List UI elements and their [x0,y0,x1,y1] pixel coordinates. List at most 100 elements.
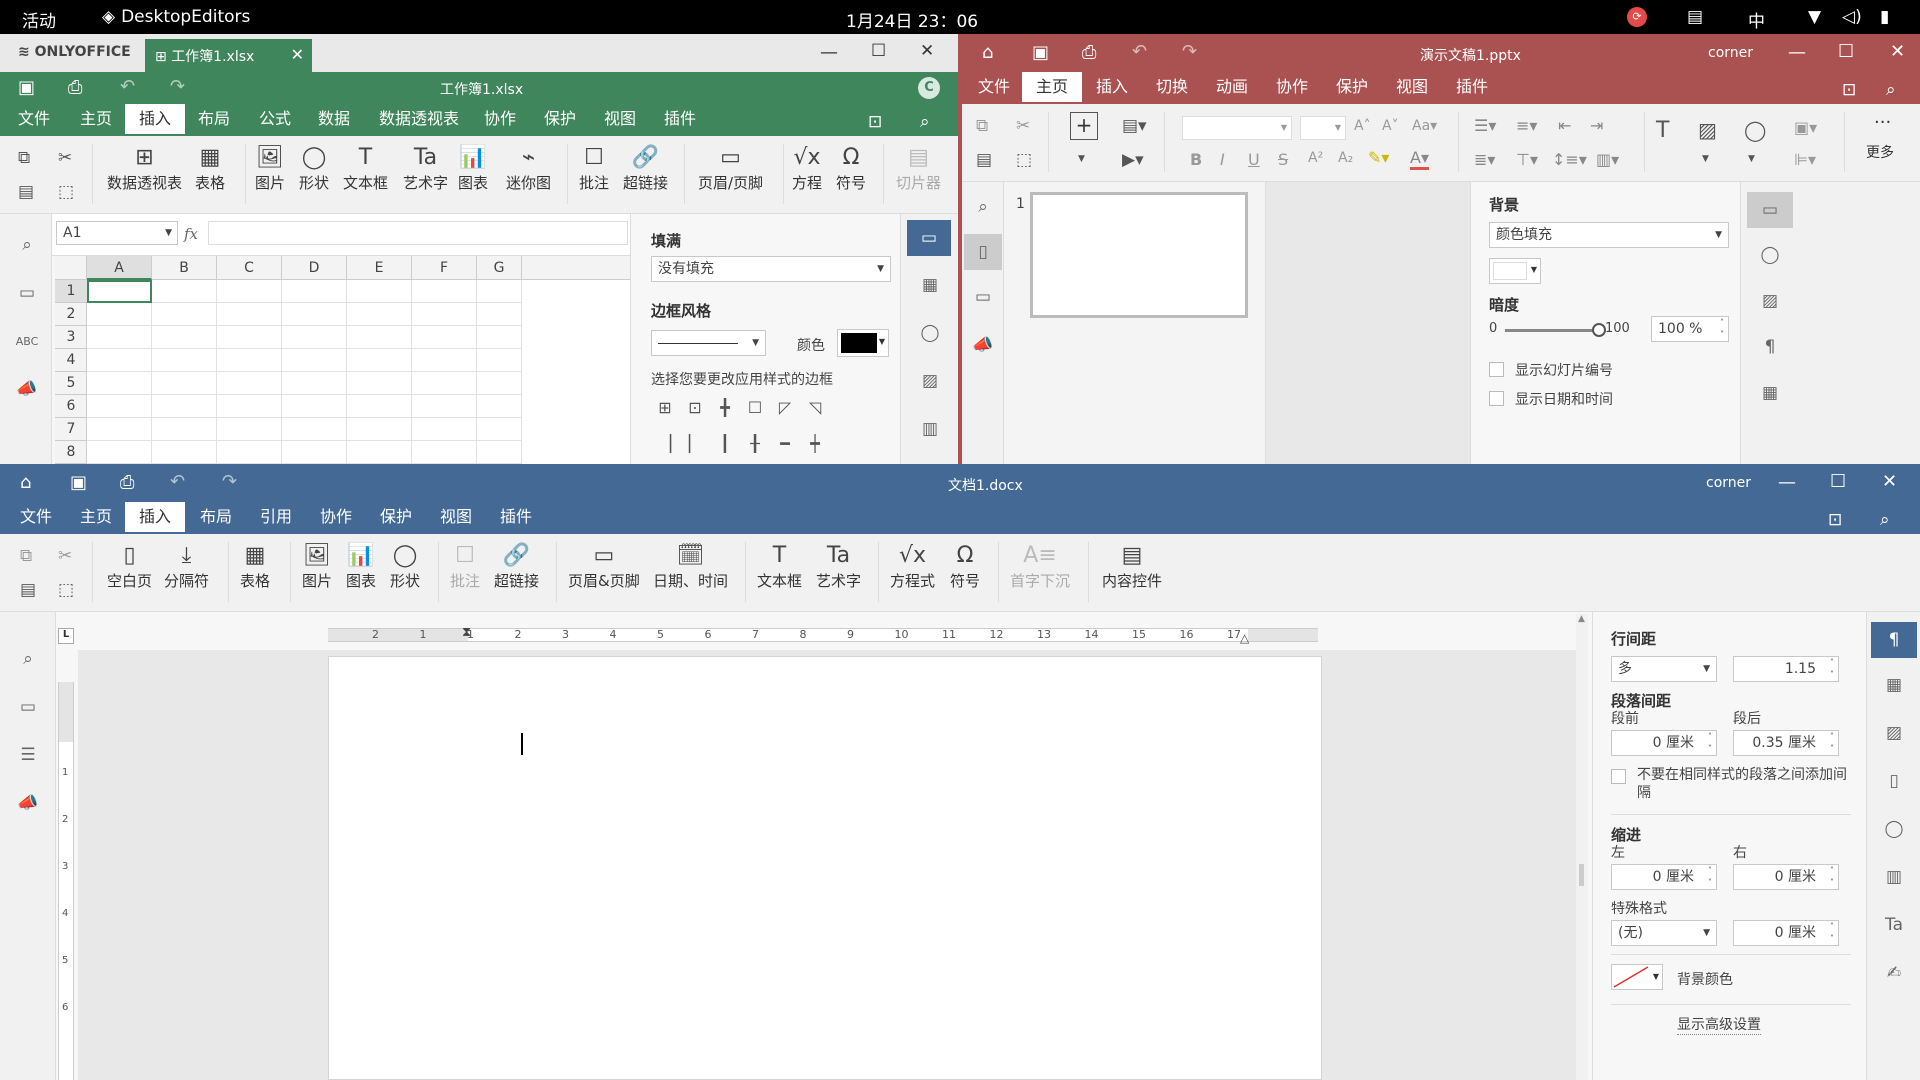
italic-icon[interactable]: I [1220,150,1225,169]
dropdown-icon[interactable]: ▼ [1078,154,1085,164]
highlight-icon[interactable]: ✎▾ [1368,148,1389,167]
cell[interactable] [347,326,412,349]
cell[interactable] [87,280,152,303]
special-format-select[interactable]: (无) ▼ [1611,920,1717,946]
minimize-button[interactable]: — [1788,42,1806,63]
indent-right-input[interactable]: 0 厘米 ˄ ˅ [1733,864,1839,890]
slide-canvas[interactable] [1266,182,1470,464]
cell[interactable] [412,395,477,418]
clock[interactable]: 1月24日 23：06 [846,7,978,32]
home-icon[interactable]: ⌂ [20,472,31,493]
align-icon[interactable]: ≣▾ [1474,150,1495,169]
scroll-up-icon[interactable]: ▲ [1578,614,1585,624]
slide-settings-icon[interactable]: ▭ [1747,192,1793,228]
cell[interactable] [152,280,217,303]
image-icon[interactable]: ▨ [1698,118,1717,142]
decrease-font-icon[interactable]: A˅ [1382,118,1399,134]
hyperlink-button[interactable]: 🔗 超链接 [494,540,539,591]
cell[interactable] [347,418,412,441]
cell[interactable] [152,441,217,464]
menu-animation[interactable]: 动画 [1202,72,1262,102]
cell[interactable] [87,395,152,418]
paste-icon[interactable]: ▤ [18,182,34,202]
print-icon[interactable]: ⎙ [1082,42,1096,63]
symbol-button[interactable]: Ω 符号 [950,540,980,591]
menu-insert[interactable]: 插入 [125,104,186,134]
comment-button[interactable]: ☐ 批注 [579,142,609,193]
undo-icon[interactable]: ↶ [1132,41,1147,62]
save-icon[interactable]: ▣ [1032,42,1049,63]
menu-layout[interactable]: 布局 [184,104,244,134]
chart-button[interactable]: 📊 图表 [346,540,376,591]
dropdown-icon[interactable]: ▼ [1702,154,1709,164]
menu-pivot[interactable]: 数据透视表 [365,104,473,134]
print-icon[interactable]: ⎙ [68,77,82,98]
sparkline-button[interactable]: ⌁ 迷你图 [506,142,551,193]
clipboard-icon[interactable]: ▤ [1687,7,1703,27]
paste-icon[interactable]: ▤ [20,580,36,600]
column-header[interactable]: E [347,256,412,280]
cell[interactable] [347,303,412,326]
scroll-thumb[interactable] [1579,864,1584,886]
copy-icon[interactable]: ⧉ [20,546,32,566]
equation-button[interactable]: √x 方程 [792,142,822,193]
opacity-slider[interactable] [1505,323,1606,337]
comments-icon[interactable]: ▭ [14,280,40,306]
spinner-icon[interactable]: ˄ ˅ [1708,731,1712,755]
superscript-icon[interactable]: A² [1308,150,1323,166]
cell[interactable] [217,372,282,395]
border-button-icon[interactable]: ▏ [683,432,707,456]
add-slide-button[interactable]: + [1070,112,1098,140]
spinner-icon[interactable]: ˄ ˅ [1830,921,1834,945]
cell[interactable] [217,280,282,303]
break-button[interactable]: ⤓ 分隔符 [164,540,209,591]
change-case-icon[interactable]: Aa▾ [1412,118,1437,134]
cell[interactable] [282,280,347,303]
increase-indent-icon[interactable]: ⇥ [1590,116,1603,135]
close-button[interactable]: ✕ [1882,471,1897,492]
select-all-icon[interactable]: ⬚ [58,182,74,202]
minimize-button[interactable]: — [1778,472,1796,493]
cell[interactable] [87,349,152,372]
close-tab-icon[interactable]: ✕ [291,45,304,64]
image-button[interactable]: 🖼 图片 [302,540,332,591]
column-header[interactable]: F [412,256,477,280]
menu-protect[interactable]: 保护 [366,502,426,532]
row-header[interactable]: 8 [55,441,87,464]
textbox-button[interactable]: T 文本框 [757,540,802,591]
menu-collaborate[interactable]: 协作 [306,502,366,532]
shape-button[interactable]: ◯ 形状 [390,540,420,591]
maximize-button[interactable]: ☐ [1838,41,1854,62]
subscript-icon[interactable]: A₂ [1338,150,1353,166]
open-location-icon[interactable]: ⊡ [868,107,882,137]
app-menu[interactable]: ◈ DesktopEditors [102,7,250,27]
save-icon[interactable]: ▣ [18,77,35,98]
row-header[interactable]: 3 [55,326,87,349]
cell[interactable] [152,326,217,349]
cell[interactable] [282,418,347,441]
font-size-select[interactable]: ▼ [1300,116,1346,140]
menu-insert[interactable]: 插入 [125,502,186,532]
cell[interactable] [217,418,282,441]
cell[interactable] [477,280,522,303]
formula-input[interactable] [208,221,628,245]
search-icon[interactable]: ⌕ [15,646,41,672]
cell[interactable] [282,326,347,349]
open-location-icon[interactable]: ⊡ [1828,505,1842,535]
cell[interactable] [477,418,522,441]
cell[interactable] [347,349,412,372]
comments-icon[interactable]: ▭ [15,694,41,720]
fill-select[interactable]: 没有填充 ▼ [651,256,891,282]
row-header[interactable]: 1 [55,280,87,303]
maximize-button[interactable]: ☐ [871,41,886,61]
textart-button[interactable]: Ta 艺术字 [816,540,861,591]
equation-button[interactable]: √x 方程式 [890,540,935,591]
image-settings-icon[interactable]: ▨ [1881,720,1907,746]
content-control-button[interactable]: ▤ 内容控件 [1102,540,1162,591]
advanced-settings-link[interactable]: 显示高级设置 [1677,1014,1761,1035]
cell[interactable] [477,303,522,326]
comment-button[interactable]: ☐ 批注 [450,540,480,591]
opacity-thumb[interactable] [1592,323,1606,337]
menu-plugins[interactable]: 插件 [650,104,710,134]
background-color-picker[interactable]: ▼ [1611,964,1663,990]
